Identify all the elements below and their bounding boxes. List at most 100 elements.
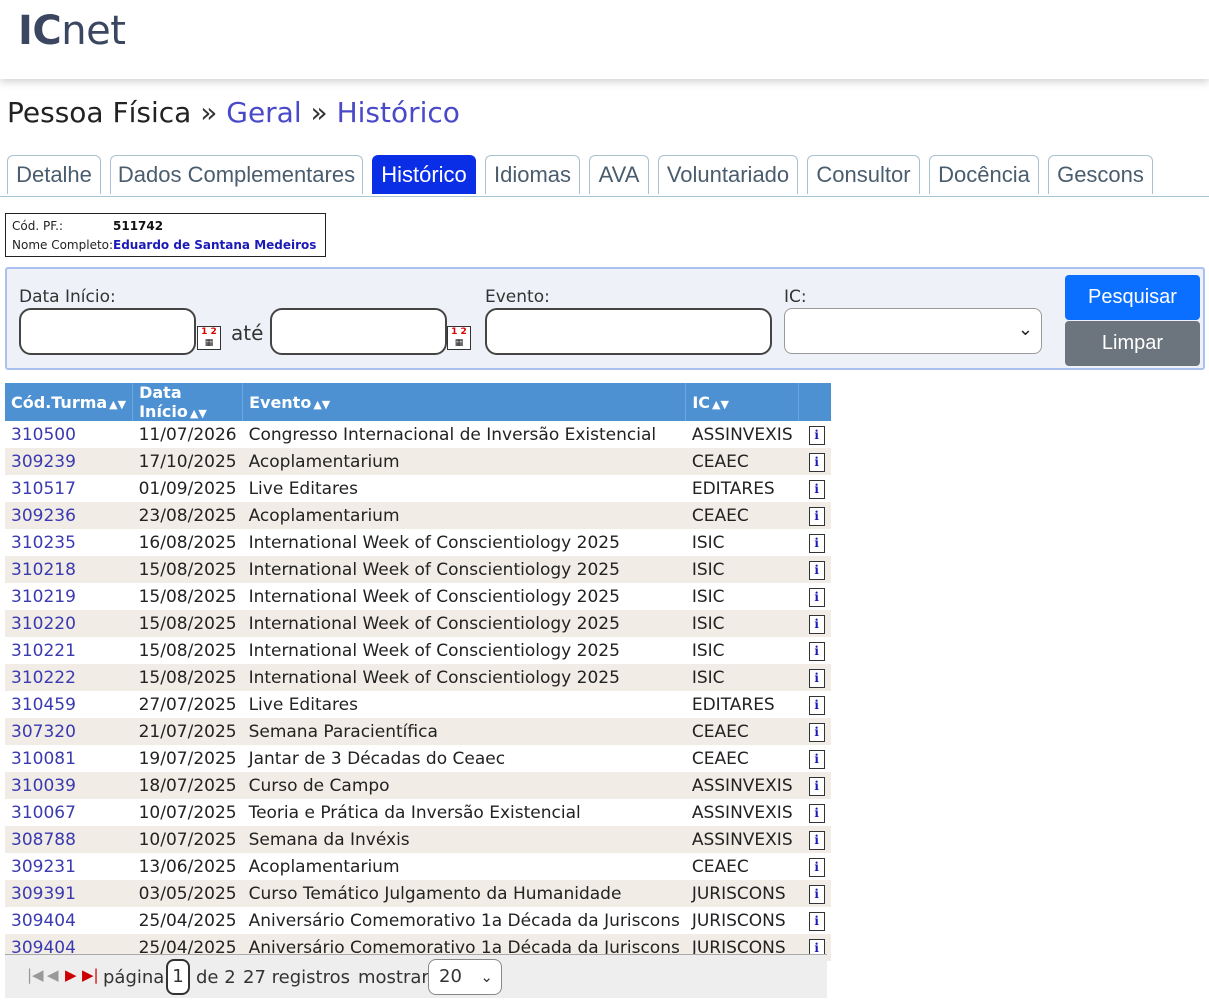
ic-cell: ISIC <box>691 586 725 607</box>
tab-voluntariado[interactable]: Voluntariado <box>658 155 798 194</box>
table-row: 307320 21/07/2025 Semana Paracientífica CEA… <box>5 718 831 745</box>
data-inicio-input[interactable] <box>19 308 196 355</box>
ic-cell: ISIC <box>691 532 725 553</box>
tab-idiomas[interactable]: Idiomas <box>485 155 580 194</box>
sort-arrows-icon[interactable]: ▲▼ <box>190 407 207 420</box>
last-page-icon[interactable]: ▶| <box>82 966 99 984</box>
sort-arrows-icon[interactable]: ▲▼ <box>313 398 330 411</box>
chevron-down-icon: ⌄ <box>480 968 493 986</box>
cod-turma-link[interactable]: 310221 <box>5 637 133 664</box>
calendar-icon[interactable]: 1 2 ▦ <box>447 326 471 350</box>
info-icon[interactable]: i <box>808 912 825 931</box>
breadcrumb-historico-link[interactable]: Histórico <box>337 96 460 129</box>
info-icon[interactable]: i <box>808 507 825 526</box>
info-icon[interactable]: i <box>808 885 825 904</box>
cod-turma-link[interactable]: 310235 <box>5 529 133 556</box>
cod-turma-link[interactable]: 309231 <box>5 853 133 880</box>
col-data-inicio[interactable]: Data Início ▲▼ <box>132 383 244 421</box>
evento-input[interactable] <box>485 308 772 355</box>
actions-cell: i <box>799 772 831 799</box>
evento-cell: International Week of Conscientiology 20… <box>248 613 620 634</box>
ic-cell: CEAEC <box>691 451 749 472</box>
tab-gescons[interactable]: Gescons <box>1048 155 1153 194</box>
info-icon[interactable]: i <box>808 750 825 769</box>
cod-turma-link[interactable]: 310081 <box>5 745 133 772</box>
info-icon[interactable]: i <box>808 723 825 742</box>
table-row: 310039 18/07/2025 Curso de Campo ASSINVEXIS… <box>5 772 831 799</box>
cod-turma-link[interactable]: 309239 <box>5 448 133 475</box>
info-icon[interactable]: i <box>808 858 825 877</box>
evento-cell: Acoplamentarium <box>248 856 400 877</box>
prev-page-icon[interactable]: ◀ <box>47 966 59 984</box>
col-ic[interactable]: IC ▲▼ <box>685 383 800 421</box>
cod-turma-link[interactable]: 310067 <box>5 799 133 826</box>
info-icon[interactable]: i <box>808 561 825 580</box>
col-actions <box>799 383 831 421</box>
data-inicio-cell: 27/07/2025 <box>138 694 237 715</box>
first-page-icon[interactable]: |◀ <box>27 966 44 984</box>
page-total: de 2 <box>196 967 236 988</box>
data-fim-input[interactable] <box>270 308 447 355</box>
data-inicio-cell: 25/04/2025 <box>138 910 237 931</box>
limpar-button[interactable]: Limpar <box>1065 321 1200 366</box>
cod-turma-link[interactable]: 310517 <box>5 475 133 502</box>
info-icon[interactable]: i <box>808 588 825 607</box>
cod-turma-link[interactable]: 310220 <box>5 610 133 637</box>
data-inicio-label: Data Início: <box>19 287 116 307</box>
cod-turma-link[interactable]: 309391 <box>5 880 133 907</box>
data-inicio-cell: 13/06/2025 <box>138 856 237 877</box>
table-row: 309236 23/08/2025 Acoplamentarium CEAEC i <box>5 502 831 529</box>
ic-label: IC: <box>784 287 807 307</box>
ic-cell: ISIC <box>691 559 725 580</box>
pesquisar-button[interactable]: Pesquisar <box>1065 275 1200 320</box>
info-icon[interactable]: i <box>808 480 825 499</box>
tab-ava[interactable]: AVA <box>589 155 649 194</box>
cod-turma-link[interactable]: 310459 <box>5 691 133 718</box>
cod-turma-link[interactable]: 310218 <box>5 556 133 583</box>
sort-arrows-icon[interactable]: ▲▼ <box>712 398 729 411</box>
tab-consultor[interactable]: Consultor <box>807 155 920 194</box>
cod-turma-link[interactable]: 307320 <box>5 718 133 745</box>
data-inicio-cell: 15/08/2025 <box>138 586 237 607</box>
calendar-icon[interactable]: 1 2 ▦ <box>197 326 221 350</box>
next-page-icon[interactable]: ▶ <box>65 966 77 984</box>
cod-turma-link[interactable]: 310219 <box>5 583 133 610</box>
tab-historico[interactable]: Histórico <box>372 155 476 194</box>
info-icon[interactable]: i <box>808 669 825 688</box>
actions-cell: i <box>799 853 831 880</box>
cod-turma-link[interactable]: 310500 <box>5 421 133 448</box>
info-icon[interactable]: i <box>808 426 825 445</box>
ic-select[interactable]: ⌄ <box>784 308 1042 354</box>
cod-turma-link[interactable]: 310222 <box>5 664 133 691</box>
evento-cell: Teoria e Prática da Inversão Existencial <box>248 802 581 823</box>
ic-cell: CEAEC <box>691 505 749 526</box>
cod-turma-link[interactable]: 308788 <box>5 826 133 853</box>
cod-turma-link[interactable]: 310039 <box>5 772 133 799</box>
info-icon[interactable]: i <box>808 615 825 634</box>
info-icon[interactable]: i <box>808 642 825 661</box>
icnet-logo[interactable]: ICnet <box>18 8 126 54</box>
table-row: 310218 15/08/2025 International Week of Co… <box>5 556 831 583</box>
cod-turma-link[interactable]: 309236 <box>5 502 133 529</box>
table-row: 310517 01/09/2025 Live Editares EDITARES i <box>5 475 831 502</box>
sort-arrows-icon[interactable]: ▲▼ <box>109 398 126 411</box>
col-cod-turma[interactable]: Cód.Turma ▲▼ <box>5 383 134 421</box>
page-size-select[interactable]: 20 ⌄ <box>428 959 502 995</box>
tab-detalhe[interactable]: Detalhe <box>7 155 101 194</box>
tab-docencia[interactable]: Docência <box>929 155 1039 194</box>
data-inicio-cell: 03/05/2025 <box>138 883 237 904</box>
info-icon[interactable]: i <box>808 534 825 553</box>
info-icon[interactable]: i <box>808 453 825 472</box>
tab-dados-complementares[interactable]: Dados Complementares <box>110 155 363 194</box>
ic-cell: CEAEC <box>691 748 749 769</box>
table-row: 310500 11/07/2026 Congresso Internacional … <box>5 421 831 448</box>
info-icon[interactable]: i <box>808 831 825 850</box>
breadcrumb-geral-link[interactable]: Geral <box>226 96 301 129</box>
cod-turma-link[interactable]: 309404 <box>5 907 133 934</box>
evento-cell: Jantar de 3 Décadas do Ceaec <box>248 748 506 769</box>
info-icon[interactable]: i <box>808 804 825 823</box>
info-icon[interactable]: i <box>808 696 825 715</box>
col-evento[interactable]: Evento ▲▼ <box>242 383 687 421</box>
page-number-input[interactable]: 1 <box>166 959 190 995</box>
info-icon[interactable]: i <box>808 777 825 796</box>
